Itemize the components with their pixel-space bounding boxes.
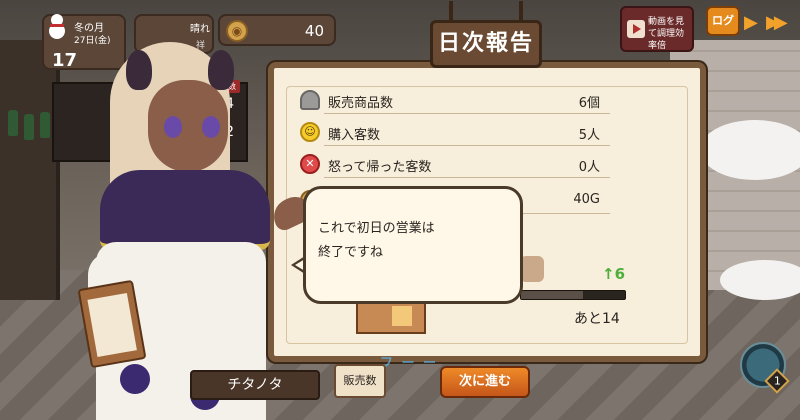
bottle (8, 110, 18, 136)
report-row-label: 販売商品数 (328, 96, 394, 111)
exp-remaining: あと14 (574, 311, 620, 327)
character-sleeve (216, 252, 262, 342)
bottle (24, 114, 34, 140)
next-button[interactable]: 次に進む (440, 366, 530, 398)
watch-video-button[interactable]: 動画を見て調理効率倍 (620, 6, 694, 52)
report-row-value: 40G (573, 192, 600, 207)
report-row-label: 購入客数 (328, 128, 381, 143)
character-horn (126, 50, 152, 90)
character-name-plate: チタノタ (190, 370, 320, 400)
character-cape (100, 170, 270, 250)
video-play-icon (627, 20, 645, 38)
character-horn (208, 50, 234, 90)
smile-icon: ☺ (300, 122, 320, 142)
angry-icon: ✕ (300, 154, 320, 174)
level-up-indicator: ↑6 (602, 265, 626, 283)
scroll-icon (520, 256, 544, 282)
dialog-line: 終了ですね (318, 245, 384, 260)
report-row-label: 怒って帰った客数 (328, 160, 432, 175)
sales-button[interactable]: 販売数 (334, 364, 386, 398)
dialog-line: これで初日の営業は (318, 221, 435, 236)
exp-progress-fill (521, 291, 584, 299)
log-button[interactable]: ログ (706, 6, 740, 36)
report-title: 日次報告 (430, 1, 542, 68)
report-row: 販売商品数 6個 (300, 88, 610, 114)
gold-value: 40 (304, 22, 324, 40)
play-speed-icon[interactable]: ▶ (744, 12, 758, 33)
row-divider (324, 177, 610, 178)
character-eye (202, 116, 220, 138)
row-divider (324, 113, 610, 114)
row-divider (324, 145, 610, 146)
speech-bubble[interactable]: これで初日の営業は 終了ですね (303, 186, 523, 304)
report-row-value: 6個 (578, 96, 600, 111)
character-portrait (40, 20, 317, 420)
report-row-value: 5人 (578, 128, 600, 143)
character-eye (164, 116, 182, 138)
watch-video-label: 動画を見て調理効率倍 (648, 17, 685, 51)
report-row-value: 0人 (578, 160, 600, 175)
fast-forward-icon[interactable]: ▶▶ (766, 12, 788, 33)
cloche-icon (300, 90, 320, 110)
shop-window (392, 306, 412, 326)
report-row: ☺ 購入客数 5人 (300, 120, 610, 146)
snow-pile (720, 260, 800, 300)
dress-flower (120, 364, 150, 394)
level-number: 1 (773, 374, 781, 387)
report-row: ✕ 怒って帰った客数 0人 (300, 152, 610, 178)
exp-progress-bar (520, 290, 626, 300)
snow-pile (700, 120, 800, 180)
